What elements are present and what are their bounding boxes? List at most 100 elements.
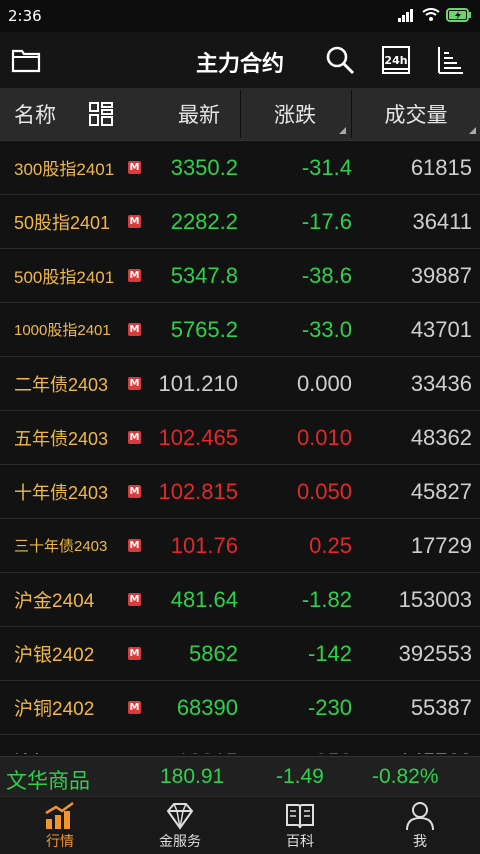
header-change[interactable]: 涨跌 [240, 88, 350, 140]
main-contract-badge: M [128, 215, 141, 228]
volume: 153003 [398, 586, 472, 612]
sort-icon[interactable] [432, 42, 468, 78]
volume: 61815 [410, 154, 472, 180]
ticker-name: 文华商品 [6, 770, 90, 793]
price-change: -38.6 [301, 262, 352, 288]
chart-icon [45, 801, 74, 829]
user-icon [406, 802, 434, 831]
contract-name: 二年债2403 [14, 374, 109, 395]
contract-name: 沪铜2402 [14, 699, 95, 720]
main-contract-badge: M [128, 485, 141, 498]
latest-price: 481.64 [170, 586, 238, 612]
header-change-label: 涨跌 [274, 103, 316, 127]
main-contract-badge: M [128, 377, 141, 390]
volume: 36411 [412, 208, 472, 234]
ticker-percent: -0.82% [372, 765, 439, 788]
signal-icon [398, 9, 413, 22]
table-row[interactable]: 1000股指2401 M 5765.2 -33.0 43701 [0, 303, 480, 357]
table-row[interactable]: 500股指2401 M 5347.8 -38.6 39887 [0, 249, 480, 303]
contract-list[interactable]: 300股指2401 M 3350.2 -31.4 61815 50股指2401 M 2282.… [0, 141, 480, 754]
volume: 45827 [410, 478, 472, 504]
price-change: 0.000 [296, 370, 352, 396]
price-change: -250 [308, 735, 352, 755]
main-contract-badge: M [128, 161, 141, 174]
volume: 39887 [410, 262, 472, 288]
tab-label: 我 [413, 834, 427, 850]
price-change: -33.0 [301, 316, 352, 342]
latest-price: 102.815 [158, 478, 238, 504]
table-row[interactable]: 十年债2403 M 102.815 0.050 45827 [0, 465, 480, 519]
volume: 48362 [410, 424, 472, 450]
table-row[interactable]: 沪铝2403M18815-250145763 [0, 735, 480, 754]
latest-price: 101.76 [170, 532, 238, 558]
latest-price: 102.465 [158, 424, 238, 450]
price-change: -17.6 [301, 208, 352, 234]
tab-label: 金服务 [159, 834, 201, 850]
status-time: 2:36 [8, 7, 42, 25]
search-icon[interactable] [322, 42, 358, 78]
top-bar: 主力合约 24h [0, 32, 480, 88]
main-contract-badge: M [128, 701, 141, 714]
contract-name: 300股指2401 [14, 160, 115, 179]
header-volume[interactable]: 成交量 [352, 88, 480, 140]
contract-name: 500股指2401 [14, 268, 115, 287]
contract-name: 50股指2401 [14, 212, 111, 233]
book-icon [286, 804, 314, 829]
price-change: -1.82 [301, 586, 352, 612]
svg-text:24h: 24h [384, 54, 407, 67]
latest-price: 3350.2 [170, 154, 238, 180]
status-icons [398, 8, 472, 22]
price-change: -230 [307, 694, 352, 720]
header-latest[interactable]: 最新 [178, 88, 220, 140]
wifi-icon [422, 8, 440, 21]
sort-triangle-icon [469, 127, 476, 134]
table-row[interactable]: 沪金2404 M 481.64 -1.82 153003 [0, 573, 480, 627]
table-row[interactable]: 沪铜2402 M 68390 -230 55387 [0, 681, 480, 735]
table-row[interactable]: 二年债2403 M 101.210 0.000 33436 [0, 357, 480, 411]
price-change: 0.050 [296, 478, 352, 504]
volume: 145763 [399, 735, 472, 755]
volume: 17729 [410, 532, 472, 558]
price-change: 0.010 [296, 424, 352, 450]
index-ticker[interactable]: 文华商品 180.91 -1.49 -0.82% [0, 756, 480, 797]
diamond-icon [166, 803, 194, 830]
table-row[interactable]: 五年债2403 M 102.465 0.010 48362 [0, 411, 480, 465]
main-contract-badge: M [128, 593, 141, 606]
ticker-value: 180.91 [160, 765, 225, 788]
sort-triangle-icon [339, 127, 346, 134]
header-volume-label: 成交量 [384, 103, 448, 127]
contract-name: 五年债2403 [14, 428, 109, 449]
tab-gold-service[interactable]: 金服务 [120, 797, 240, 854]
table-row[interactable]: 50股指2401 M 2282.2 -17.6 36411 [0, 195, 480, 249]
price-change: -31.4 [301, 154, 352, 180]
bottom-tab-bar: 行情 金服务 百科 我 [0, 796, 480, 854]
tab-label: 百科 [286, 834, 314, 850]
volume: 43701 [410, 316, 472, 342]
tab-market[interactable]: 行情 [0, 797, 120, 854]
battery-icon [446, 8, 471, 22]
latest-price: 18815 [177, 735, 238, 755]
main-contract-badge: M [128, 647, 141, 660]
contract-name: 三十年债2403 [14, 538, 108, 555]
contract-name: 1000股指2401 [14, 322, 111, 339]
main-contract-badge: M [128, 539, 141, 552]
status-bar: 2:36 [0, 0, 480, 32]
table-row[interactable]: 300股指2401 M 3350.2 -31.4 61815 [0, 141, 480, 195]
price-change: -142 [307, 640, 352, 666]
latest-price: 68390 [176, 694, 238, 720]
volume: 33436 [410, 370, 472, 396]
tab-label: 行情 [46, 834, 74, 850]
grid-layout-icon[interactable] [88, 88, 114, 140]
column-header: 名称 最新 涨跌 成交量 [0, 88, 480, 141]
latest-price: 2282.2 [170, 208, 238, 234]
24h-icon[interactable]: 24h [378, 42, 414, 78]
latest-price: 5765.2 [170, 316, 238, 342]
contract-name: 十年债2403 [14, 482, 109, 503]
volume: 55387 [410, 694, 472, 720]
table-row[interactable]: 三十年债2403 M 101.76 0.25 17729 [0, 519, 480, 573]
tab-me[interactable]: 我 [360, 797, 480, 854]
table-row[interactable]: 沪银2402 M 5862 -142 392553 [0, 627, 480, 681]
header-name[interactable]: 名称 [14, 88, 56, 140]
main-contract-badge: M [128, 431, 141, 444]
tab-encyclopedia[interactable]: 百科 [240, 797, 360, 854]
